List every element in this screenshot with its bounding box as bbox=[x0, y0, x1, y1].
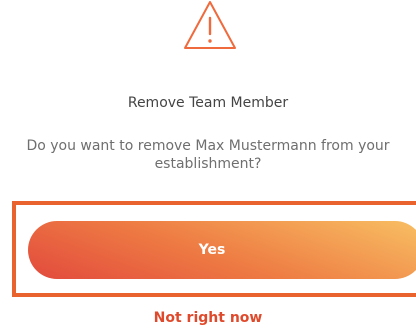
remove-member-dialog: Remove Team Member Do you want to remove… bbox=[0, 0, 416, 332]
yes-button[interactable]: Yes bbox=[28, 221, 416, 279]
not-right-now-link[interactable]: Not right now bbox=[0, 309, 416, 327]
dialog-message: Do you want to remove Max Mustermann fro… bbox=[26, 138, 390, 172]
warning-triangle-icon bbox=[183, 0, 237, 64]
dialog-title: Remove Team Member bbox=[127, 95, 289, 111]
yes-button-label: Yes bbox=[198, 242, 226, 258]
